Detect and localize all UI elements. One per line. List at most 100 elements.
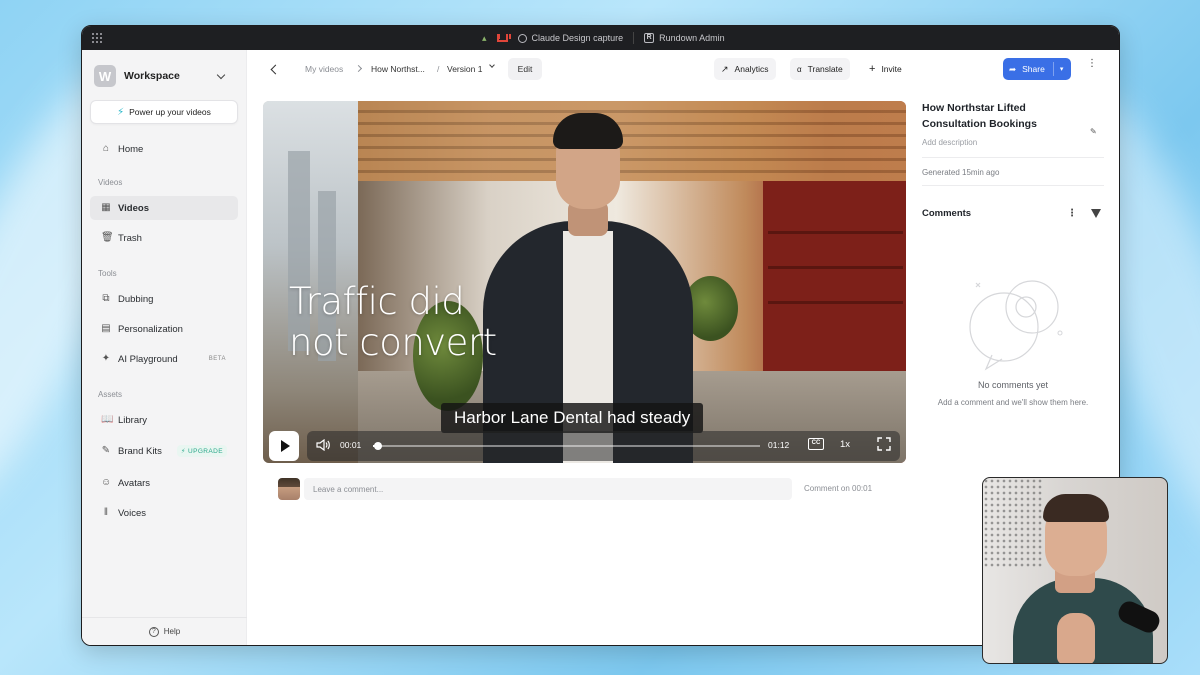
waveform-icon: ‖ <box>103 507 109 518</box>
sidebar-item-voices[interactable]: ‖ Voices <box>90 501 238 525</box>
fullscreen-icon[interactable] <box>877 437 891 451</box>
invite-button[interactable]: + Invite <box>862 58 909 80</box>
details-panel: How Northstar Lifted Consultation Bookin… <box>922 100 1104 407</box>
help-icon: ? <box>148 626 159 637</box>
section-label-tools: Tools <box>98 269 117 278</box>
power-up-label: Power up your videos <box>129 107 211 117</box>
version-selector[interactable]: Version 1 <box>447 64 482 74</box>
workspace-switcher[interactable]: W Workspace <box>94 64 226 88</box>
progress-slider[interactable] <box>373 442 760 450</box>
globe-icon <box>517 33 527 43</box>
section-label-videos: Videos <box>98 178 123 187</box>
comment-timestamp-label[interactable]: Comment on 00:01 <box>804 484 872 493</box>
video-title-overlay: Traffic did not convert <box>289 281 549 363</box>
edit-button[interactable]: Edit <box>508 58 542 80</box>
sidebar-item-ai-playground[interactable]: ✦ AI Playground BETA <box>90 347 238 371</box>
workspace-logo: W <box>94 65 116 87</box>
divider <box>633 32 635 44</box>
comments-heading: Comments <box>922 208 972 219</box>
webcam-overlay <box>982 477 1168 664</box>
chevron-down-icon[interactable]: ▾ <box>1060 65 1064 73</box>
avatar-icon: ☺ <box>101 477 112 488</box>
analytics-button[interactable]: ↗ Analytics <box>714 58 776 80</box>
sidebar-item-label: Trash <box>118 232 142 244</box>
video-scene <box>763 181 906 381</box>
generated-timestamp: Generated 15min ago <box>922 168 1000 177</box>
volume-icon[interactable] <box>316 439 330 451</box>
sidebar-item-library[interactable]: 📖 Library <box>90 408 238 432</box>
sidebar-item-personalization[interactable]: ▤ Personalization <box>90 317 238 341</box>
video-scene <box>768 266 903 269</box>
tab-claude-design[interactable]: Claude Design capture <box>517 33 623 43</box>
translate-button[interactable]: α Translate <box>790 58 850 80</box>
brand-kit-icon: ✎ <box>101 445 111 456</box>
edit-pencil-icon[interactable]: ✎ <box>1090 127 1097 136</box>
translate-icon: α <box>797 64 802 74</box>
upgrade-label: UPGRADE <box>188 448 223 455</box>
dubbing-icon: ⧉ <box>102 293 110 304</box>
comment-input[interactable]: Leave a comment... <box>304 478 792 500</box>
tab-label: Rundown Admin <box>659 33 725 43</box>
description-field[interactable]: Add description <box>922 138 1104 147</box>
play-icon <box>280 440 290 452</box>
current-time: 00:01 <box>340 440 362 450</box>
sidebar-item-brand-kits[interactable]: ✎ Brand Kits ⚡ UPGRADE <box>90 439 238 463</box>
power-up-button[interactable]: ⚡ Power up your videos <box>90 100 238 124</box>
bolt-icon: ⚡ <box>117 106 125 118</box>
video-scene <box>768 231 903 234</box>
divider <box>922 157 1104 158</box>
video-title-line: not convert <box>289 321 497 364</box>
r-icon: R <box>644 33 655 43</box>
video-controls: 00:01 01:12 CC 1x <box>263 427 906 463</box>
captions-button[interactable]: CC <box>808 438 824 450</box>
play-button[interactable] <box>269 431 299 461</box>
sidebar-item-label: Library <box>118 414 148 426</box>
user-avatar <box>278 478 300 500</box>
breadcrumb-video[interactable]: How Northst... <box>371 64 425 74</box>
webcam-scene <box>1043 494 1109 522</box>
video-player[interactable]: Traffic did not convert Harbor Lane Dent… <box>263 101 906 463</box>
share-button[interactable]: ➦ Share ▾ <box>1003 58 1071 80</box>
playback-speed-button[interactable]: 1x <box>840 439 850 450</box>
gmail-icon[interactable] <box>496 34 508 42</box>
top-navigation: My videos How Northst... / Version 1 Edi… <box>248 50 1119 90</box>
sidebar-item-label: Personalization <box>118 323 183 335</box>
home-icon: ⌂ <box>102 143 110 154</box>
back-chevron-icon[interactable] <box>270 64 281 75</box>
browser-titlebar: ▴ Claude Design capture R Rundown Admin <box>82 26 1119 50</box>
book-icon: 📖 <box>101 414 114 425</box>
webcam-scene <box>983 478 1043 568</box>
grid-icon[interactable] <box>92 33 102 43</box>
translate-label: Translate <box>807 64 843 74</box>
video-scene <box>553 113 623 149</box>
more-options-icon[interactable]: ⋮ <box>1067 208 1077 219</box>
sidebar-item-label: Home <box>118 143 144 155</box>
empty-state-title: No comments yet <box>977 380 1049 390</box>
workspace-name: Workspace <box>124 70 180 82</box>
sidebar-item-label: Dubbing <box>118 293 154 305</box>
sidebar-item-label: Avatars <box>118 477 151 489</box>
video-title-line: Traffic did <box>289 280 465 323</box>
comment-bar: Leave a comment... Comment on 00:01 <box>278 478 888 502</box>
filter-icon[interactable] <box>1091 209 1101 218</box>
empty-comments-illustration <box>969 280 1063 371</box>
sidebar-item-avatars[interactable]: ☺ Avatars <box>90 471 238 495</box>
sidebar-item-dubbing[interactable]: ⧉ Dubbing <box>90 287 238 311</box>
leaf-icon[interactable]: ▴ <box>482 33 487 44</box>
upgrade-badge[interactable]: ⚡ UPGRADE <box>176 445 227 457</box>
video-title: How Northstar Lifted Consultation Bookin… <box>922 102 1037 130</box>
image-icon: ▤ <box>101 323 111 334</box>
divider <box>1052 62 1054 76</box>
sparkle-icon: ✦ <box>101 353 111 364</box>
duration: 01:12 <box>768 440 790 450</box>
analytics-label: Analytics <box>734 64 769 74</box>
breadcrumb-my-videos[interactable]: My videos <box>305 64 343 74</box>
tab-rundown-admin[interactable]: R Rundown Admin <box>644 33 725 43</box>
sidebar-item-videos[interactable]: ▦ Videos <box>90 196 238 220</box>
help-button[interactable]: ? Help <box>82 617 247 645</box>
sidebar-item-home[interactable]: ⌂ Home <box>90 137 238 161</box>
sidebar-item-trash[interactable]: 🗑 Trash <box>90 226 238 250</box>
share-icon: ➦ <box>1009 63 1017 74</box>
sidebar-item-label: AI Playground <box>118 353 178 365</box>
more-options-icon[interactable]: ⋮ <box>1087 59 1097 69</box>
